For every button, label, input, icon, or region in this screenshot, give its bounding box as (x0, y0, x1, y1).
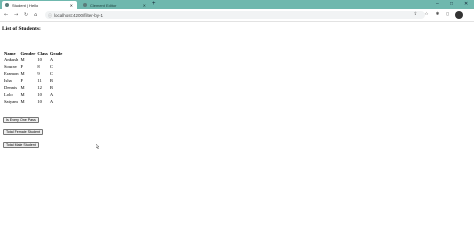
gender-cell: M (20, 92, 25, 97)
bookmark-icon[interactable]: ☆ (424, 12, 429, 17)
class-cell: 10 (37, 92, 42, 97)
sidebar-icon[interactable]: ▯ (445, 12, 450, 17)
grade-cell: A (49, 99, 54, 104)
mouse-cursor-icon (96, 144, 99, 149)
students-table: Name Gender Class Grade Ankush M 10 A So… (3, 50, 63, 105)
gender-cell: M (20, 71, 25, 76)
share-icon[interactable]: ⇪ (413, 12, 418, 17)
gender-cell: M (20, 99, 25, 104)
grade-cell: B (49, 85, 53, 90)
grade-cell: A (49, 57, 54, 62)
class-cell: 8 (37, 64, 40, 69)
forward-icon[interactable]: → (14, 12, 18, 18)
table-row: Satyam M 10 A (3, 98, 63, 105)
close-window-icon[interactable]: ✕ (464, 1, 468, 7)
table-row: Eramon M 9 C (3, 70, 63, 77)
grade-cell: A (49, 92, 54, 97)
class-cell: 9 (37, 71, 40, 76)
maximize-icon[interactable]: □ (450, 1, 453, 7)
grade-cell: C (49, 64, 53, 69)
table-row: Dennis M 12 B (3, 84, 63, 91)
column-header: Class (37, 50, 48, 56)
gender-cell: F (20, 78, 24, 83)
tab-title: Student | Hello (12, 2, 39, 8)
close-icon[interactable]: ✕ (143, 3, 146, 8)
page-content: List of Students: Name Gender Class Grad… (2, 23, 474, 251)
page-title: List of Students: (2, 26, 41, 32)
new-tab-button[interactable]: + (152, 1, 156, 7)
class-cell: 12 (37, 85, 42, 90)
url-text: localhost:4200/filter-by-1 (54, 12, 104, 18)
grade-cell: C (49, 71, 53, 76)
tab-clement-editor[interactable]: Clement Editor ✕ (80, 1, 150, 9)
column-header: Grade (49, 50, 63, 56)
grade-cell: B (49, 78, 53, 83)
reload-icon[interactable]: ↻ (24, 12, 28, 18)
address-bar: ← → ↻ ⌂ ⓘ localhost:4200/filter-by-1 ⇪ ☆… (0, 9, 474, 22)
back-icon[interactable]: ← (4, 12, 8, 18)
total-male-student-button[interactable]: Total Male Student (3, 142, 39, 148)
table-header-row: Name Gender Class Grade (3, 50, 63, 56)
column-header: Gender (20, 50, 36, 56)
table-row: Lolo M 10 A (3, 91, 63, 98)
close-icon[interactable]: ✕ (70, 3, 73, 8)
minimize-icon[interactable]: – (436, 1, 439, 7)
home-icon[interactable]: ⌂ (34, 12, 37, 18)
table-row: Ankush M 10 A (3, 56, 63, 63)
name-cell: Lolo (4, 92, 13, 97)
gender-cell: M (20, 57, 25, 62)
is-every-one-pass-button[interactable]: Is Every One Pass (3, 117, 39, 123)
class-cell: 10 (37, 57, 42, 62)
name-cell: Sourav (4, 64, 18, 69)
tab-student[interactable]: Student | Hello ✕ (2, 1, 77, 9)
tab-title: Clement Editor (90, 2, 117, 8)
globe-icon (5, 3, 9, 7)
name-cell: Isha (4, 78, 12, 83)
url-input[interactable]: ⓘ localhost:4200/filter-by-1 (45, 11, 425, 19)
name-cell: Eramon (4, 71, 19, 76)
gender-cell: M (20, 85, 25, 90)
extensions-icon[interactable]: ✱ (435, 12, 440, 17)
class-cell: 11 (37, 78, 42, 83)
info-icon: ⓘ (48, 13, 52, 18)
class-cell: 10 (37, 99, 42, 104)
gender-cell: F (20, 64, 24, 69)
total-female-student-button[interactable]: Total Female Student (3, 129, 43, 135)
name-cell: Ankush (4, 57, 19, 62)
table-row: Isha F 11 B (3, 77, 63, 84)
browser-tab-bar: Student | Hello ✕ Clement Editor ✕ + – □… (0, 0, 474, 9)
avatar[interactable] (455, 11, 463, 19)
globe-icon (83, 3, 87, 7)
name-cell: Dennis (4, 85, 18, 90)
name-cell: Satyam (4, 99, 18, 104)
table-row: Sourav F 8 C (3, 63, 63, 70)
